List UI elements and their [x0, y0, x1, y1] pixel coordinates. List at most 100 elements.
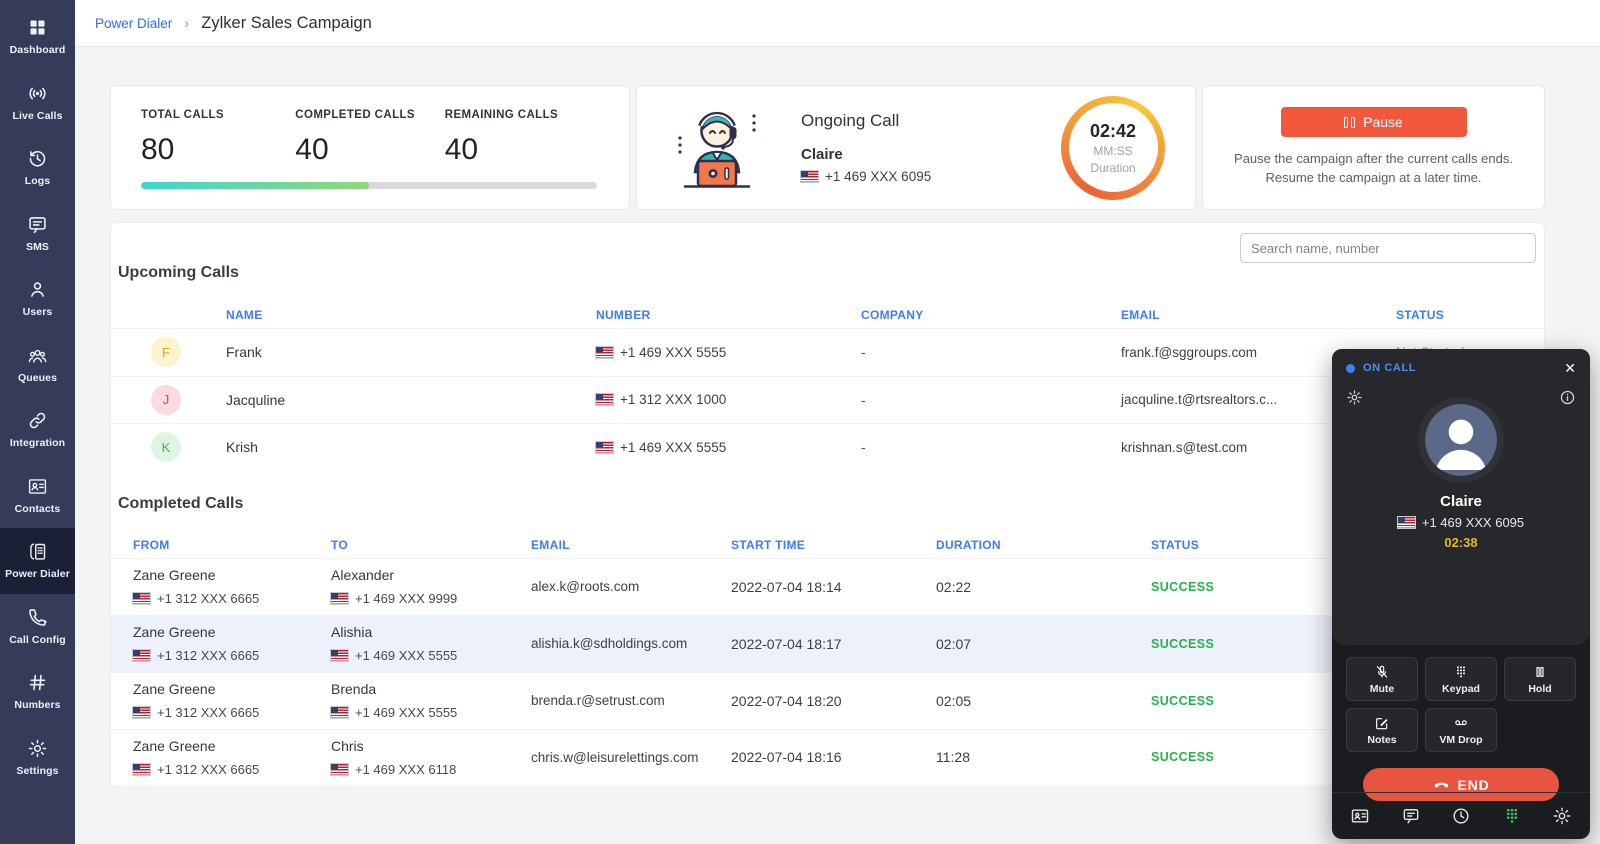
- sidebar-item-call-config[interactable]: Call Config: [0, 594, 75, 660]
- call-duration-label: Duration: [1090, 161, 1135, 175]
- stat-remaining-calls: REMAINING CALLS 40: [445, 109, 599, 167]
- avatar: F: [151, 337, 181, 367]
- sidebar-label: Logs: [25, 175, 50, 187]
- column-header-company[interactable]: COMPANY: [861, 308, 1121, 322]
- from-party: Zane Greene+1 312 XXX 6665: [133, 738, 331, 777]
- column-header-number[interactable]: NUMBER: [596, 308, 861, 322]
- duration: 02:22: [936, 579, 1151, 595]
- table-row[interactable]: Zane Greene+1 312 XXX 6665 Brenda+1 469 …: [111, 672, 1544, 729]
- call-duration-ring: 02:42 MM:SS Duration: [1061, 96, 1165, 200]
- sidebar-item-dashboard[interactable]: Dashboard: [0, 4, 75, 70]
- chat-icon[interactable]: [1401, 806, 1421, 826]
- upcoming-calls-header-row: NAME NUMBER COMPANY EMAIL STATUS: [111, 302, 1544, 328]
- duration: 02:07: [936, 636, 1151, 652]
- sidebar-item-settings[interactable]: Settings: [0, 725, 75, 791]
- contacts-icon: [27, 476, 48, 497]
- breadcrumb-parent-link[interactable]: Power Dialer: [95, 16, 172, 31]
- column-header-start-time[interactable]: START TIME: [731, 538, 936, 552]
- column-header-email[interactable]: EMAIL: [1121, 308, 1396, 322]
- sidebar-label: Queues: [18, 372, 57, 384]
- hold-button[interactable]: Hold: [1504, 657, 1576, 701]
- settings-icon: [27, 738, 48, 759]
- keypad-button[interactable]: Keypad: [1425, 657, 1497, 701]
- widget-bottom-bar: [1332, 792, 1590, 839]
- stat-label: COMPLETED CALLS: [295, 109, 444, 121]
- contact-card-icon[interactable]: [1350, 806, 1370, 826]
- stat-completed-calls: COMPLETED CALLS 40: [295, 109, 444, 167]
- vm-drop-icon: [1452, 715, 1470, 731]
- table-row[interactable]: F Frank +1 469 XXX 5555 - frank.f@sggrou…: [111, 328, 1544, 376]
- sidebar-label: Numbers: [14, 699, 60, 711]
- dialpad-icon[interactable]: [1502, 806, 1522, 826]
- gear-icon[interactable]: [1552, 806, 1572, 826]
- contact-name: Krish: [226, 439, 596, 455]
- end-call-icon: [1433, 776, 1450, 793]
- sidebar: Dashboard Live Calls Logs SMS Users Queu…: [0, 0, 75, 844]
- column-header-status[interactable]: STATUS: [1396, 308, 1544, 322]
- info-icon[interactable]: [1559, 389, 1576, 406]
- us-flag-icon: [1398, 517, 1415, 528]
- from-party: Zane Greene+1 312 XXX 6665: [133, 624, 331, 663]
- call-duration-value: 02:42: [1090, 121, 1136, 142]
- table-row[interactable]: Zane Greene+1 312 XXX 6665 Chris+1 469 X…: [111, 729, 1544, 786]
- on-call-status: ON CALL: [1363, 362, 1416, 374]
- users-icon: [27, 279, 48, 300]
- column-header-duration[interactable]: DURATION: [936, 538, 1151, 552]
- vm-drop-button[interactable]: VM Drop: [1425, 708, 1497, 752]
- stat-label: REMAINING CALLS: [445, 109, 599, 121]
- stat-value: 40: [295, 133, 444, 167]
- history-clock-icon[interactable]: [1451, 806, 1471, 826]
- stat-value: 40: [445, 133, 599, 167]
- contact-email: brenda.r@setrust.com: [531, 693, 731, 708]
- close-icon[interactable]: ✕: [1564, 361, 1576, 375]
- integration-icon: [27, 410, 48, 431]
- top-header: Power Dialer › Zylker Sales Campaign: [75, 0, 1600, 47]
- sidebar-item-numbers[interactable]: Numbers: [0, 659, 75, 725]
- ongoing-call-number: +1 469 XXX 6095: [801, 169, 931, 184]
- keypad-icon: [1453, 664, 1469, 680]
- sidebar-item-live-calls[interactable]: Live Calls: [0, 70, 75, 136]
- sidebar-item-contacts[interactable]: Contacts: [0, 463, 75, 529]
- pause-button[interactable]: Pause: [1281, 107, 1467, 137]
- us-flag-icon: [133, 764, 150, 775]
- gear-icon[interactable]: [1346, 389, 1363, 406]
- contact-email: alishia.k@sdholdings.com: [531, 636, 731, 651]
- sidebar-item-sms[interactable]: SMS: [0, 201, 75, 267]
- column-header-name[interactable]: NAME: [226, 308, 596, 322]
- logs-history-icon: [27, 148, 48, 169]
- sidebar-label: Call Config: [9, 634, 66, 646]
- live-calls-icon: [27, 83, 48, 104]
- contact-number: +1 312 XXX 1000: [596, 392, 861, 407]
- to-party: Alexander+1 469 XXX 9999: [331, 567, 531, 606]
- sidebar-item-queues[interactable]: Queues: [0, 332, 75, 398]
- caller-name: Claire: [1332, 493, 1590, 510]
- table-row[interactable]: Zane Greene+1 312 XXX 6665 Alexander+1 4…: [111, 558, 1544, 615]
- table-row[interactable]: Zane Greene+1 312 XXX 6665 Alishia+1 469…: [111, 615, 1544, 672]
- sidebar-label: Live Calls: [12, 110, 62, 122]
- call-duration-unit: MM:SS: [1093, 144, 1132, 158]
- column-header-from[interactable]: FROM: [133, 538, 331, 552]
- duration: 11:28: [936, 749, 1151, 765]
- table-row[interactable]: J Jacquline +1 312 XXX 1000 - jacquline.…: [111, 376, 1544, 424]
- us-flag-icon: [133, 593, 150, 604]
- search-input[interactable]: [1240, 233, 1536, 263]
- column-header-email[interactable]: EMAIL: [531, 538, 731, 552]
- pause-button-label: Pause: [1363, 114, 1403, 130]
- sidebar-label: Dashboard: [10, 44, 66, 56]
- ongoing-call-title: Ongoing Call: [801, 111, 931, 131]
- table-row[interactable]: K Krish +1 469 XXX 5555 - krishnan.s@tes…: [111, 423, 1544, 471]
- mute-button[interactable]: Mute: [1346, 657, 1418, 701]
- sidebar-item-users[interactable]: Users: [0, 266, 75, 332]
- column-header-to[interactable]: TO: [331, 538, 531, 552]
- call-agent-illustration: [667, 98, 767, 198]
- notes-button[interactable]: Notes: [1346, 708, 1418, 752]
- breadcrumb-separator-icon: ›: [184, 15, 189, 32]
- stat-value: 80: [141, 133, 295, 167]
- call-timer: 02:38: [1332, 535, 1590, 550]
- sidebar-item-logs[interactable]: Logs: [0, 135, 75, 201]
- sidebar-item-power-dialer[interactable]: Power Dialer: [0, 528, 75, 594]
- call-widget: ON CALL ✕ Claire +1 469 XXX 6095 02:38 M…: [1332, 349, 1590, 839]
- sidebar-item-integration[interactable]: Integration: [0, 397, 75, 463]
- us-flag-icon: [331, 707, 348, 718]
- on-call-indicator-dot: [1346, 364, 1355, 373]
